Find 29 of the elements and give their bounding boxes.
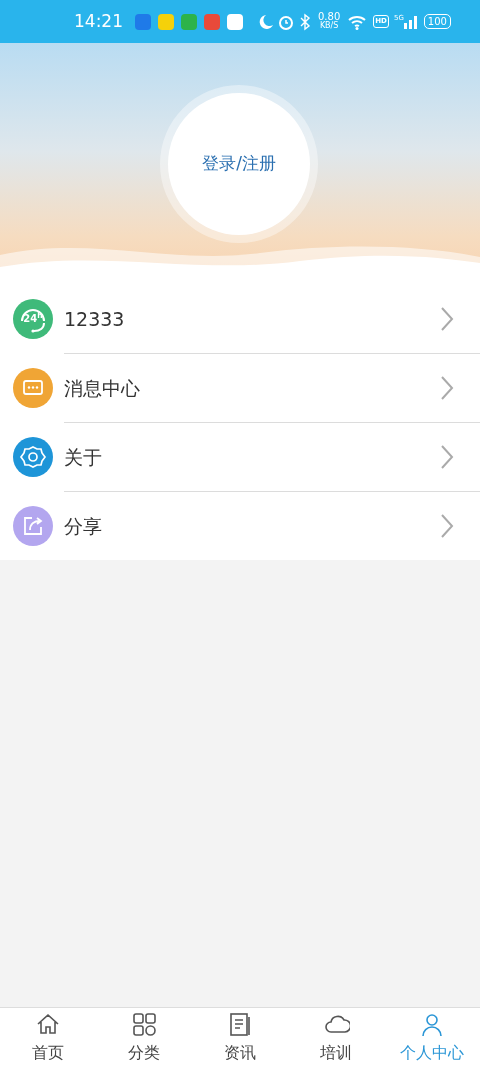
menu-label: 关于 — [64, 444, 102, 470]
chevron-right-icon — [440, 306, 454, 332]
speed-value: 0.80 — [318, 13, 341, 21]
nav-tab[interactable]: 培训 — [288, 1008, 384, 1072]
wifi-icon — [347, 13, 368, 30]
nav-tab[interactable]: 首页 — [0, 1008, 96, 1072]
nav-tab[interactable]: 资讯 — [192, 1008, 288, 1072]
share-icon — [13, 506, 53, 546]
login-button[interactable]: 登录/注册 — [168, 93, 310, 235]
grid-icon — [130, 1012, 158, 1038]
status-time: 14:21 — [74, 9, 123, 33]
menu-label: 分享 — [64, 513, 102, 539]
signal-icon — [403, 14, 418, 29]
menu-item[interactable]: 消息中心 — [0, 354, 480, 422]
chevron-right-icon — [440, 444, 454, 470]
moon-icon — [258, 12, 274, 31]
menu-label: 消息中心 — [64, 375, 140, 401]
chevron-right-icon — [440, 375, 454, 401]
gear-icon — [13, 437, 53, 477]
speed-unit: KB/S — [319, 21, 339, 30]
battery-indicator: 100 — [423, 14, 451, 29]
message-icon — [13, 368, 53, 408]
chevron-right-icon — [440, 513, 454, 539]
menu-item[interactable]: 分享 — [0, 492, 480, 560]
nav-tab[interactable]: 分类 — [96, 1008, 192, 1072]
menu-label: 12333 — [64, 306, 125, 332]
app-icon — [158, 13, 174, 30]
menu-item[interactable]: 关于 — [0, 423, 480, 491]
app-icon — [135, 13, 151, 30]
